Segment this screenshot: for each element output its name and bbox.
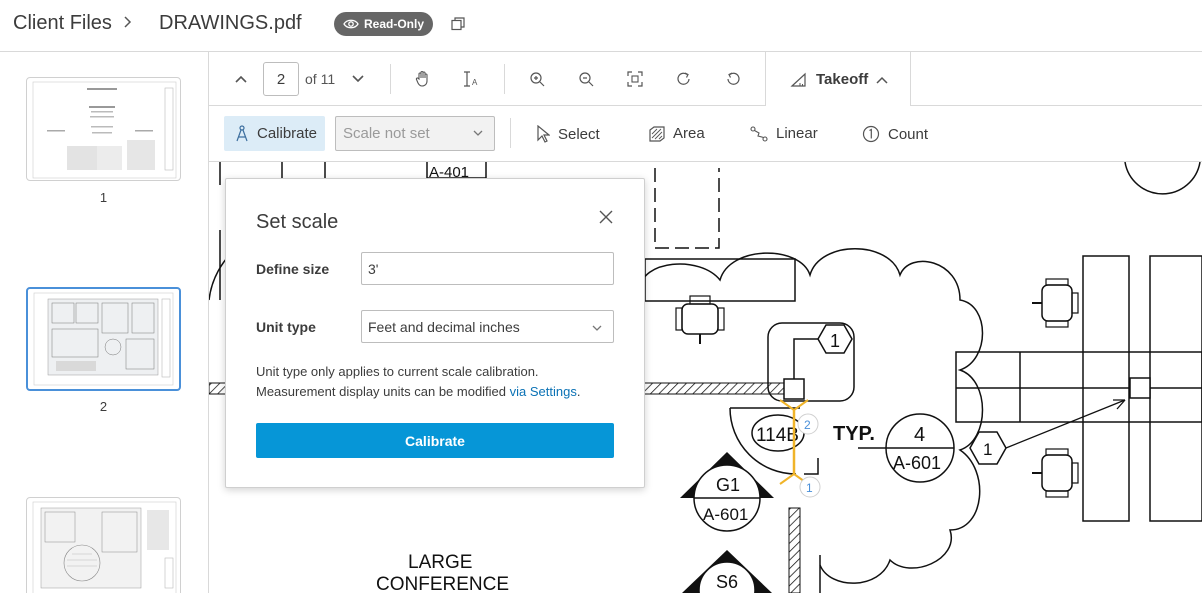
tag-g1: G1 [716, 475, 740, 495]
page-thumbnail-3[interactable] [26, 497, 181, 593]
dialog-note: Unit type only applies to current scale … [256, 362, 616, 402]
calibrate-button[interactable]: Calibrate [256, 423, 614, 458]
compass-icon [236, 124, 248, 141]
note-end: . [576, 384, 581, 399]
linear-label: Linear [776, 125, 818, 142]
calibration-point-1[interactable]: 1 [799, 476, 821, 498]
area-label: Area [673, 125, 705, 142]
unit-type-select[interactable]: Feet and decimal inches [361, 310, 614, 343]
chevron-down-icon [473, 130, 483, 136]
takeoff-label: Takeoff [816, 71, 869, 88]
toolbar-divider [390, 64, 391, 94]
chair-symbol [675, 295, 725, 344]
room-name-line2: CONFERENCE [376, 574, 509, 593]
ruler-triangle-icon [790, 72, 806, 87]
count-label: Count [888, 125, 929, 143]
rotate-counterclockwise-icon[interactable] [723, 69, 743, 89]
area-hatch-icon [649, 125, 665, 142]
tag-a601-left: A-601 [703, 505, 748, 524]
page-thumbnails-sidebar: 1 2 [0, 52, 209, 593]
area-tool-button[interactable]: Area [649, 125, 705, 142]
set-scale-dialog: Set scale Define size 3' Unit type Feet … [225, 178, 645, 488]
count-tool-button[interactable]: Count [862, 125, 928, 143]
select-label: Select [558, 125, 600, 143]
takeoff-toolbar: Calibrate Scale not set Select Area Line… [209, 106, 1202, 162]
takeoff-tab[interactable]: Takeoff [765, 52, 911, 107]
tag-1-hex: 1 [830, 331, 840, 351]
fit-page-icon[interactable] [625, 69, 645, 89]
viewer-toolbar: 2 of 11 A Takeoff [209, 52, 1202, 107]
chair-symbol [1032, 278, 1079, 328]
hand-icon[interactable] [413, 69, 433, 89]
unit-type-label: Unit type [256, 319, 316, 335]
badge-label: Read-Only [364, 17, 425, 31]
rotate-clockwise-icon[interactable] [674, 69, 694, 89]
calibration-point-2[interactable]: 2 [797, 413, 819, 435]
page-thumbnail-number: 1 [99, 190, 108, 205]
chevron-up-icon [876, 76, 888, 84]
breadcrumb-client-files[interactable]: Client Files [13, 12, 112, 35]
document-title: DRAWINGS.pdf [159, 12, 302, 34]
svg-text:A: A [472, 78, 478, 87]
chevron-down-icon [592, 325, 602, 331]
zoom-in-icon[interactable] [527, 69, 547, 89]
dialog-title: Set scale [256, 211, 339, 233]
page-count: of 11 [305, 71, 336, 87]
tag-a601-right: A-601 [893, 453, 941, 473]
chevron-down-icon[interactable] [348, 69, 368, 89]
scale-select[interactable]: Scale not set [335, 116, 495, 151]
text-select-icon[interactable]: A [461, 69, 481, 89]
breadcrumb-chevron-icon [122, 14, 132, 35]
linear-measure-icon [750, 125, 768, 142]
select-tool-button[interactable]: Select [536, 125, 600, 143]
calibrate-label: Calibrate [257, 125, 318, 142]
chevron-up-icon[interactable] [231, 69, 251, 89]
page-number-input[interactable]: 2 [263, 62, 299, 96]
point-2-label: 2 [804, 418, 811, 432]
page-thumbnail-2[interactable] [26, 287, 181, 391]
define-size-label: Define size [256, 261, 330, 277]
zoom-out-icon[interactable] [576, 69, 596, 89]
scale-select-value: Scale not set [343, 125, 430, 142]
toolbar-divider [504, 64, 505, 94]
chair-symbol [1032, 448, 1079, 498]
tag-4: 4 [914, 424, 925, 446]
note-line-2: Measurement display units can be modifie… [256, 384, 510, 399]
room-id-label: 114B [756, 425, 799, 446]
room-name-line1: LARGE [408, 552, 472, 573]
point-1-label: 1 [806, 481, 813, 495]
page-thumbnail-1[interactable] [26, 77, 181, 181]
read-only-badge: Read-Only [334, 12, 433, 36]
count-circle-icon [862, 125, 880, 143]
linear-tool-button[interactable]: Linear [750, 125, 818, 142]
top-bar: Client Files DRAWINGS.pdf Read-Only [0, 0, 1202, 52]
tag-s6: S6 [716, 572, 738, 592]
typ-label: TYP. [833, 423, 875, 445]
eye-icon [343, 19, 359, 29]
copy-icon[interactable] [451, 17, 465, 36]
page-thumbnail-number: 2 [99, 399, 108, 414]
cursor-arrow-icon [537, 125, 550, 143]
note-line-1: Unit type only applies to current scale … [256, 364, 539, 379]
toolbar-divider [510, 118, 511, 148]
tag-1-hex-right: 1 [983, 440, 992, 459]
define-size-input[interactable]: 3' [361, 252, 614, 285]
settings-link[interactable]: via Settings [510, 384, 577, 399]
close-icon[interactable] [598, 209, 614, 225]
unit-type-value: Feet and decimal inches [368, 318, 520, 335]
calibrate-tool-button[interactable]: Calibrate [224, 116, 325, 151]
